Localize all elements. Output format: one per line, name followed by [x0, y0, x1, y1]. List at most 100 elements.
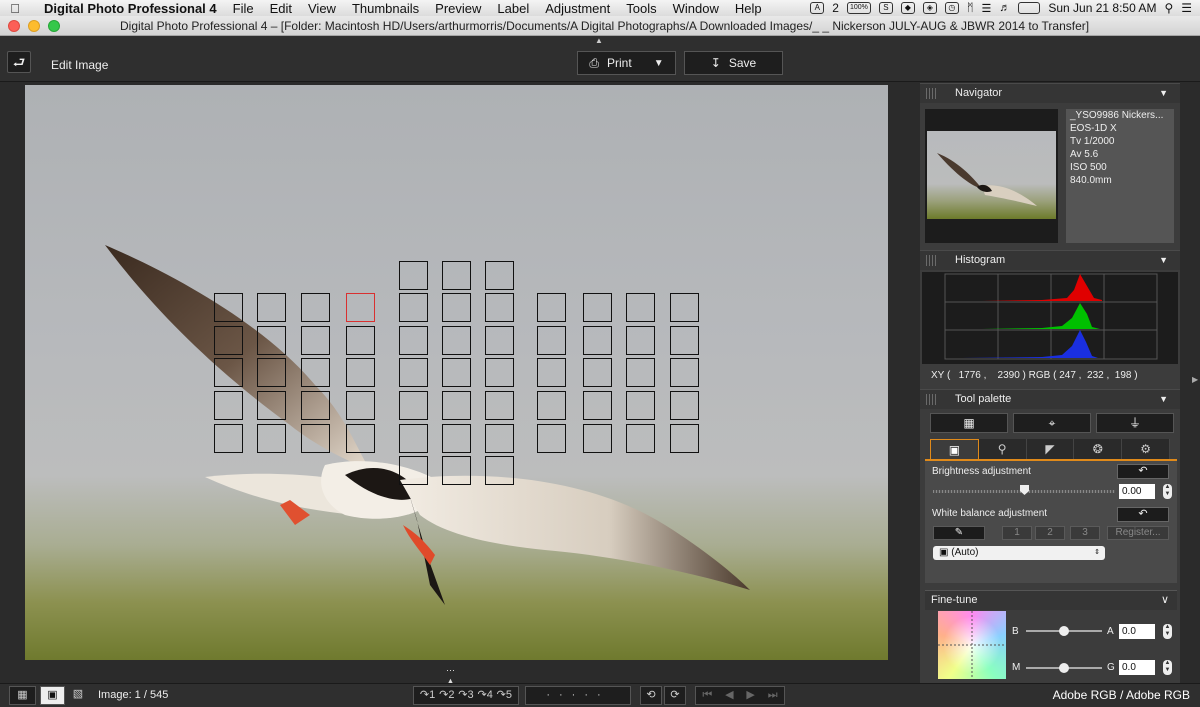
brightness-value-field[interactable]: 0.00 — [1119, 484, 1155, 499]
grid-view-button[interactable]: ▦ — [9, 686, 36, 705]
eyedropper-button[interactable]: ✎ — [933, 526, 985, 540]
navigator-header[interactable]: Navigator ▼ — [920, 83, 1180, 103]
g-stepper[interactable]: ▲ ▼ — [1163, 660, 1172, 675]
wb-preset-2-button[interactable]: 2 — [1035, 526, 1065, 540]
tab-color[interactable]: ❂ — [1074, 439, 1123, 459]
navigator-thumbnail[interactable] — [925, 109, 1058, 243]
ba-slider-thumb[interactable] — [1059, 626, 1069, 636]
edited-photo[interactable] — [25, 85, 888, 660]
chevron-down-icon[interactable]: ▼ — [654, 58, 664, 69]
af-point — [670, 424, 699, 453]
af-point — [626, 293, 655, 322]
mg-slider-thumb[interactable] — [1059, 663, 1069, 673]
white-balance-select[interactable]: ▣ (Auto) ⇕ — [933, 546, 1105, 560]
menubar-clock[interactable]: Sun Jun 21 8:50 AM — [1048, 1, 1156, 15]
menu-label[interactable]: Label — [489, 1, 537, 16]
tab-detail[interactable]: ⚲ — [978, 439, 1027, 459]
wb-preset-1-button[interactable]: 1 — [1002, 526, 1032, 540]
chevron-double-down-icon[interactable]: ∨ — [1161, 591, 1169, 610]
rating-1-button[interactable]: ↷1 — [420, 687, 435, 704]
toolbar-collapse-icon[interactable]: ▲ — [595, 36, 605, 45]
wb-preset-3-button[interactable]: 3 — [1070, 526, 1100, 540]
image-counter: Image: 1 / 545 — [98, 689, 169, 701]
tool-palette-title: Tool palette — [955, 393, 1012, 405]
tab-basic[interactable]: ▣ — [930, 439, 979, 459]
menu-window[interactable]: Window — [665, 1, 727, 16]
app-menu[interactable]: Digital Photo Professional 4 — [30, 1, 225, 16]
adobe-icon[interactable]: A — [810, 2, 825, 14]
percent-icon[interactable]: 100% — [846, 2, 871, 14]
spotlight-icon[interactable]: ⚲ — [1164, 1, 1173, 15]
rating-4-button[interactable]: ↷4 — [477, 687, 492, 704]
tool-palette-header[interactable]: Tool palette ▼ — [920, 389, 1180, 409]
dropbox-icon[interactable]: ◈ — [922, 2, 937, 14]
rating-2-button[interactable]: ↷2 — [439, 687, 454, 704]
tab-tone-curve[interactable]: ◤ — [1026, 439, 1075, 459]
color-fine-tune-grid[interactable] — [938, 611, 1006, 679]
histogram-header[interactable]: Histogram ▼ — [920, 250, 1180, 270]
skype-icon[interactable]: S — [878, 2, 893, 14]
previous-image-icon[interactable]: ◀ — [725, 687, 733, 704]
panel-toggle-icon[interactable]: ▶ — [1192, 375, 1198, 384]
apple-icon[interactable]:  — [0, 1, 30, 16]
chevron-down-icon[interactable]: ▼ — [1159, 390, 1168, 409]
close-window-button[interactable] — [8, 20, 20, 32]
af-point — [301, 326, 330, 355]
next-image-icon[interactable]: ▶ — [746, 687, 754, 704]
image-viewer[interactable]: ⋯ ▲ — [0, 83, 918, 686]
volume-icon[interactable]: ♬ — [999, 2, 1010, 14]
last-image-icon[interactable]: ⏭ — [768, 687, 778, 704]
rating-3-button[interactable]: ↷3 — [458, 687, 473, 704]
zoom-window-button[interactable] — [48, 20, 60, 32]
finetune-header[interactable]: Fine-tune ∨ — [925, 590, 1177, 610]
shield-icon[interactable]: ◆ — [900, 2, 915, 14]
back-button[interactable]: ⮐ — [7, 51, 31, 73]
rotate-left-button[interactable]: ⟲ — [640, 686, 662, 705]
first-image-icon[interactable]: ⏮ — [702, 687, 712, 704]
menu-view[interactable]: View — [300, 1, 344, 16]
single-view-button[interactable]: ▣ — [40, 686, 65, 705]
menu-file[interactable]: File — [225, 1, 262, 16]
battery-icon[interactable] — [1018, 2, 1041, 14]
brightness-stepper[interactable]: ▲ ▼ — [1163, 484, 1172, 499]
minimize-window-button[interactable] — [28, 20, 40, 32]
print-button[interactable]: ⎙ Print ▼ — [577, 51, 676, 75]
tab-settings[interactable]: ⚙ — [1122, 439, 1170, 459]
a-stepper[interactable]: ▲ ▼ — [1163, 624, 1172, 639]
gear-icon: ⚙ — [1140, 442, 1151, 456]
grip-icon[interactable] — [926, 88, 936, 99]
menu-adjustment[interactable]: Adjustment — [537, 1, 618, 16]
bluetooth-icon[interactable]: ᛗ — [967, 2, 974, 14]
af-point — [485, 293, 514, 322]
time-machine-icon[interactable]: ◷ — [944, 2, 959, 14]
af-point — [670, 391, 699, 420]
grip-icon[interactable] — [926, 394, 936, 405]
g-value-field[interactable]: 0.0 — [1119, 660, 1155, 675]
menu-edit[interactable]: Edit — [262, 1, 300, 16]
single-view-icon: ▣ — [47, 689, 58, 701]
star-rating-dots[interactable]: ····· — [525, 686, 631, 705]
brightness-label: Brightness adjustment — [932, 466, 1031, 477]
notification-center-icon[interactable]: ☰ — [1181, 1, 1192, 15]
menu-thumbnails[interactable]: Thumbnails — [344, 1, 427, 16]
register-button[interactable]: Register... — [1107, 526, 1169, 540]
a-value-field[interactable]: 0.0 — [1119, 624, 1155, 639]
crop-button[interactable]: ⌖ — [1013, 413, 1091, 433]
menu-tools[interactable]: Tools — [618, 1, 664, 16]
menu-preview[interactable]: Preview — [427, 1, 489, 16]
chevron-down-icon[interactable]: ▼ — [1159, 84, 1168, 103]
wifi-icon[interactable]: ☰ — [981, 2, 991, 15]
grip-icon[interactable] — [926, 255, 936, 266]
brightness-reset-button[interactable]: ↶ — [1117, 464, 1169, 479]
print-label: Print — [607, 56, 632, 70]
chevron-down-icon[interactable]: ▼ — [1159, 251, 1168, 270]
rating-5-button[interactable]: ↷5 — [497, 687, 512, 704]
stamp-button[interactable]: ⏚ — [1096, 413, 1174, 433]
rotate-right-button[interactable]: ⟳ — [664, 686, 686, 705]
reset-icon: ↶ — [1138, 508, 1148, 520]
compare-view-button[interactable]: ▧ — [67, 686, 89, 705]
save-button[interactable]: ↧ Save — [684, 51, 783, 75]
menu-help[interactable]: Help — [727, 1, 770, 16]
compare-button[interactable]: ▦ — [930, 413, 1008, 433]
white-balance-reset-button[interactable]: ↶ — [1117, 507, 1169, 522]
